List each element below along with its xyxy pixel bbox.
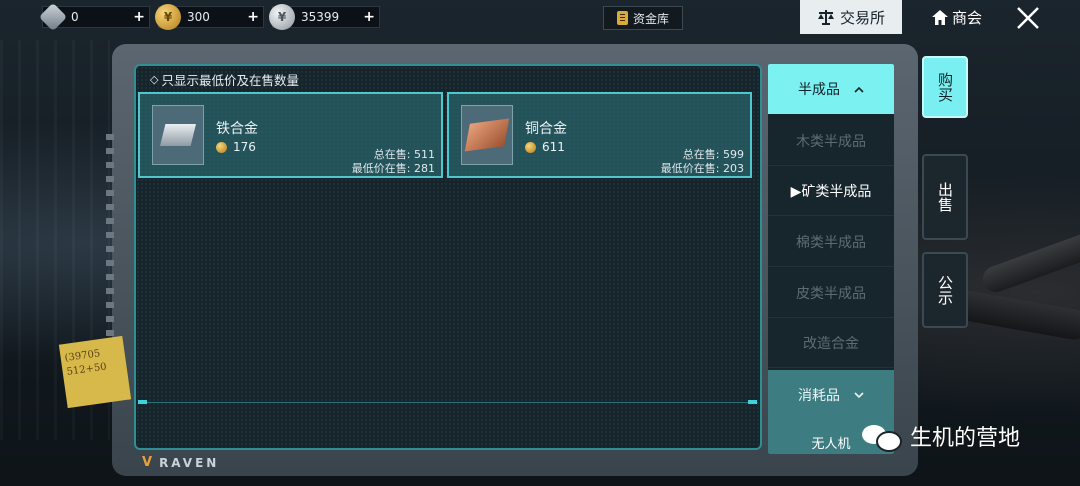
tab-guild[interactable]: 商会 bbox=[918, 0, 996, 34]
chevron-up-icon bbox=[854, 86, 864, 93]
tab-sell[interactable]: 出售 bbox=[922, 154, 968, 240]
currency-silver: ¥ 35399 + bbox=[269, 4, 380, 30]
scroll-cap-left bbox=[138, 400, 147, 404]
item-thumbnail bbox=[152, 105, 204, 165]
low-value: 203 bbox=[723, 162, 744, 175]
brand-logo: V RAVEN bbox=[142, 455, 219, 470]
currency-value: 0 bbox=[71, 10, 79, 24]
item-name: 铁合金 bbox=[216, 121, 258, 137]
tab-sell-label: 出售 bbox=[936, 182, 954, 212]
gold-coin-icon bbox=[216, 141, 227, 153]
low-label: 最低价在售: bbox=[351, 162, 411, 175]
currency-diamond: 0 + bbox=[38, 2, 150, 32]
sticky-note: (39705 512+50 bbox=[58, 335, 132, 409]
close-button[interactable] bbox=[1012, 2, 1044, 34]
tab-notice-label: 公示 bbox=[936, 275, 954, 305]
category-group-semi-finished[interactable]: 半成品 bbox=[768, 64, 894, 114]
tab-exchange-label: 交易所 bbox=[839, 8, 885, 27]
top-bar: 0 + ¥ 300 + ¥ 35399 + 资金库 交易所 商会 bbox=[0, 0, 1080, 34]
brand-text: RAVEN bbox=[159, 455, 220, 470]
close-icon bbox=[1017, 7, 1039, 29]
currency-value: 35399 bbox=[301, 10, 340, 24]
vault-button[interactable]: 资金库 bbox=[603, 6, 683, 30]
gold-coin-icon: ¥ bbox=[155, 4, 181, 30]
tab-exchange[interactable]: 交易所 bbox=[800, 0, 902, 34]
house-icon bbox=[931, 9, 948, 25]
item-price: 176 bbox=[216, 140, 256, 154]
category-group-label: 半成品 bbox=[798, 82, 840, 98]
low-label: 最低价在售: bbox=[660, 162, 720, 175]
tab-buy[interactable]: 购买 bbox=[922, 56, 968, 118]
item-price: 611 bbox=[525, 140, 565, 154]
category-item[interactable]: 棉类半成品 bbox=[768, 217, 894, 267]
item-card[interactable]: 铁合金 176 总在售: 511 最低价在售: 281 bbox=[138, 92, 443, 178]
add-silver-button[interactable]: + bbox=[363, 9, 375, 25]
scroll-cap-right bbox=[748, 400, 757, 404]
category-item[interactable]: 木类半成品 bbox=[768, 116, 894, 166]
filter-label: 只显示最低价及在售数量 bbox=[161, 73, 299, 88]
tab-guild-label: 商会 bbox=[951, 8, 982, 27]
item-lowest-price-on-sale: 最低价在售: 203 bbox=[661, 160, 744, 176]
category-item[interactable]: 皮类半成品 bbox=[768, 268, 894, 318]
scroll-track[interactable] bbox=[140, 402, 758, 403]
item-name: 铜合金 bbox=[525, 121, 567, 137]
filter-toggle[interactable]: ◇ 只显示最低价及在售数量 bbox=[150, 70, 299, 89]
currency-value: 300 bbox=[187, 10, 210, 24]
item-lowest-price-on-sale: 最低价在售: 281 bbox=[352, 160, 435, 176]
diamond-icon bbox=[38, 2, 68, 32]
category-item[interactable]: 改造合金 bbox=[768, 318, 894, 368]
category-list: 半成品 木类半成品 ▶矿类半成品 棉类半成品 皮类半成品 改造合金 消耗品 无人… bbox=[768, 64, 894, 454]
item-card[interactable]: 铜合金 611 总在售: 599 最低价在售: 203 bbox=[447, 92, 752, 178]
watermark-text: 生机的营地 bbox=[910, 426, 1021, 451]
sticky-note-text: (39705 512+50 bbox=[64, 348, 108, 378]
add-gold-button[interactable]: + bbox=[247, 9, 259, 25]
tab-notice[interactable]: 公示 bbox=[922, 252, 968, 328]
category-group-consumables[interactable]: 消耗品 bbox=[768, 370, 894, 420]
item-thumbnail bbox=[461, 105, 513, 165]
scales-icon bbox=[817, 10, 834, 25]
watermark: 生机的营地 bbox=[862, 420, 1020, 452]
gold-coin-icon bbox=[525, 141, 536, 153]
brand-chevron-icon: V bbox=[142, 455, 156, 470]
chevron-down-icon bbox=[854, 391, 864, 398]
low-value: 281 bbox=[414, 162, 435, 175]
currency-gold: ¥ 300 + bbox=[155, 4, 264, 30]
ledger-icon bbox=[616, 11, 628, 25]
item-price-value: 176 bbox=[233, 140, 256, 154]
tab-buy-label: 购买 bbox=[936, 72, 954, 102]
silver-coin-icon: ¥ bbox=[269, 4, 295, 30]
category-group-label: 消耗品 bbox=[798, 388, 840, 404]
copper-sheet-icon bbox=[464, 118, 510, 152]
add-diamond-button[interactable]: + bbox=[133, 9, 145, 25]
iron-ingot-icon bbox=[160, 124, 196, 146]
category-item-selected[interactable]: ▶矿类半成品 bbox=[768, 166, 894, 216]
vault-label: 资金库 bbox=[632, 11, 669, 26]
item-price-value: 611 bbox=[542, 140, 565, 154]
checkbox-diamond-icon: ◇ bbox=[150, 73, 159, 86]
wechat-icon bbox=[862, 421, 902, 452]
